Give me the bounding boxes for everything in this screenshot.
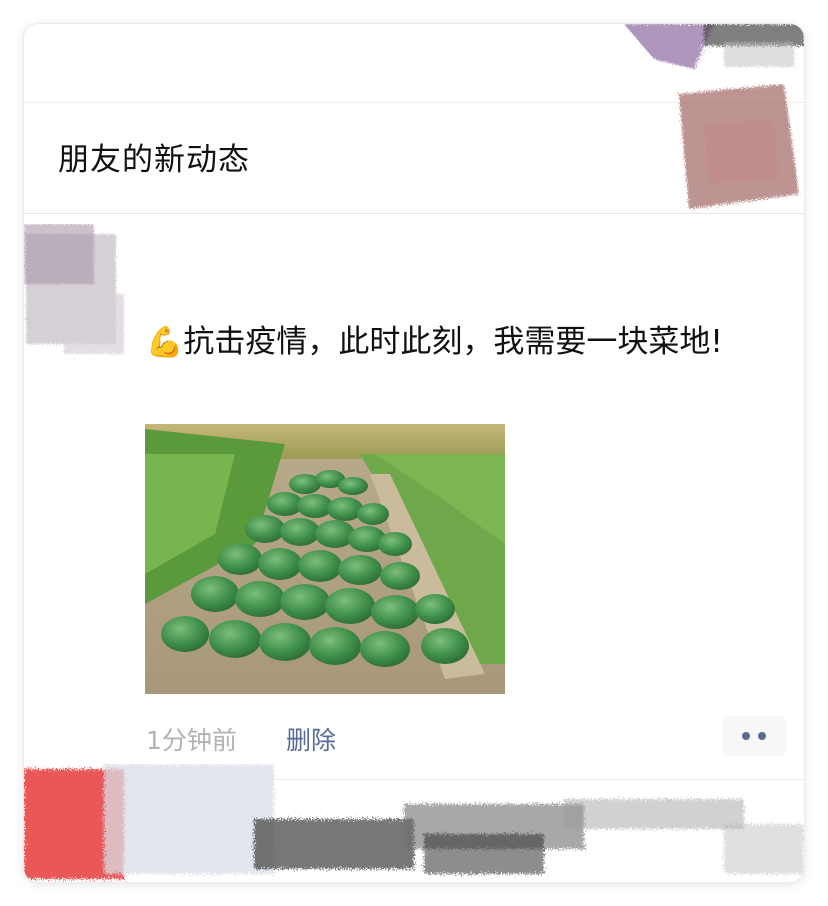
- more-dots-icon: [742, 732, 750, 740]
- post-text: 💪抗击疫情，此时此刻，我需要一块菜地!: [146, 319, 766, 366]
- post-image[interactable]: [145, 424, 505, 694]
- avatar[interactable]: [24, 224, 134, 364]
- more-dots-icon: [758, 732, 766, 740]
- more-button[interactable]: [722, 716, 786, 756]
- next-post-redacted: [24, 780, 804, 882]
- flexed-biceps-icon: 💪: [146, 325, 184, 360]
- post-body: 抗击疫情，此时此刻，我需要一块菜地!: [183, 324, 723, 360]
- top-strip: [24, 24, 804, 103]
- moments-card: 朋友的新动态 💪抗击疫情，此时此刻，我需要一块菜地! 1分钟前 删除: [24, 24, 804, 882]
- post-time: 1分钟前: [146, 726, 237, 755]
- delete-link[interactable]: 删除: [286, 721, 336, 757]
- page-title: 朋友的新动态: [58, 142, 250, 178]
